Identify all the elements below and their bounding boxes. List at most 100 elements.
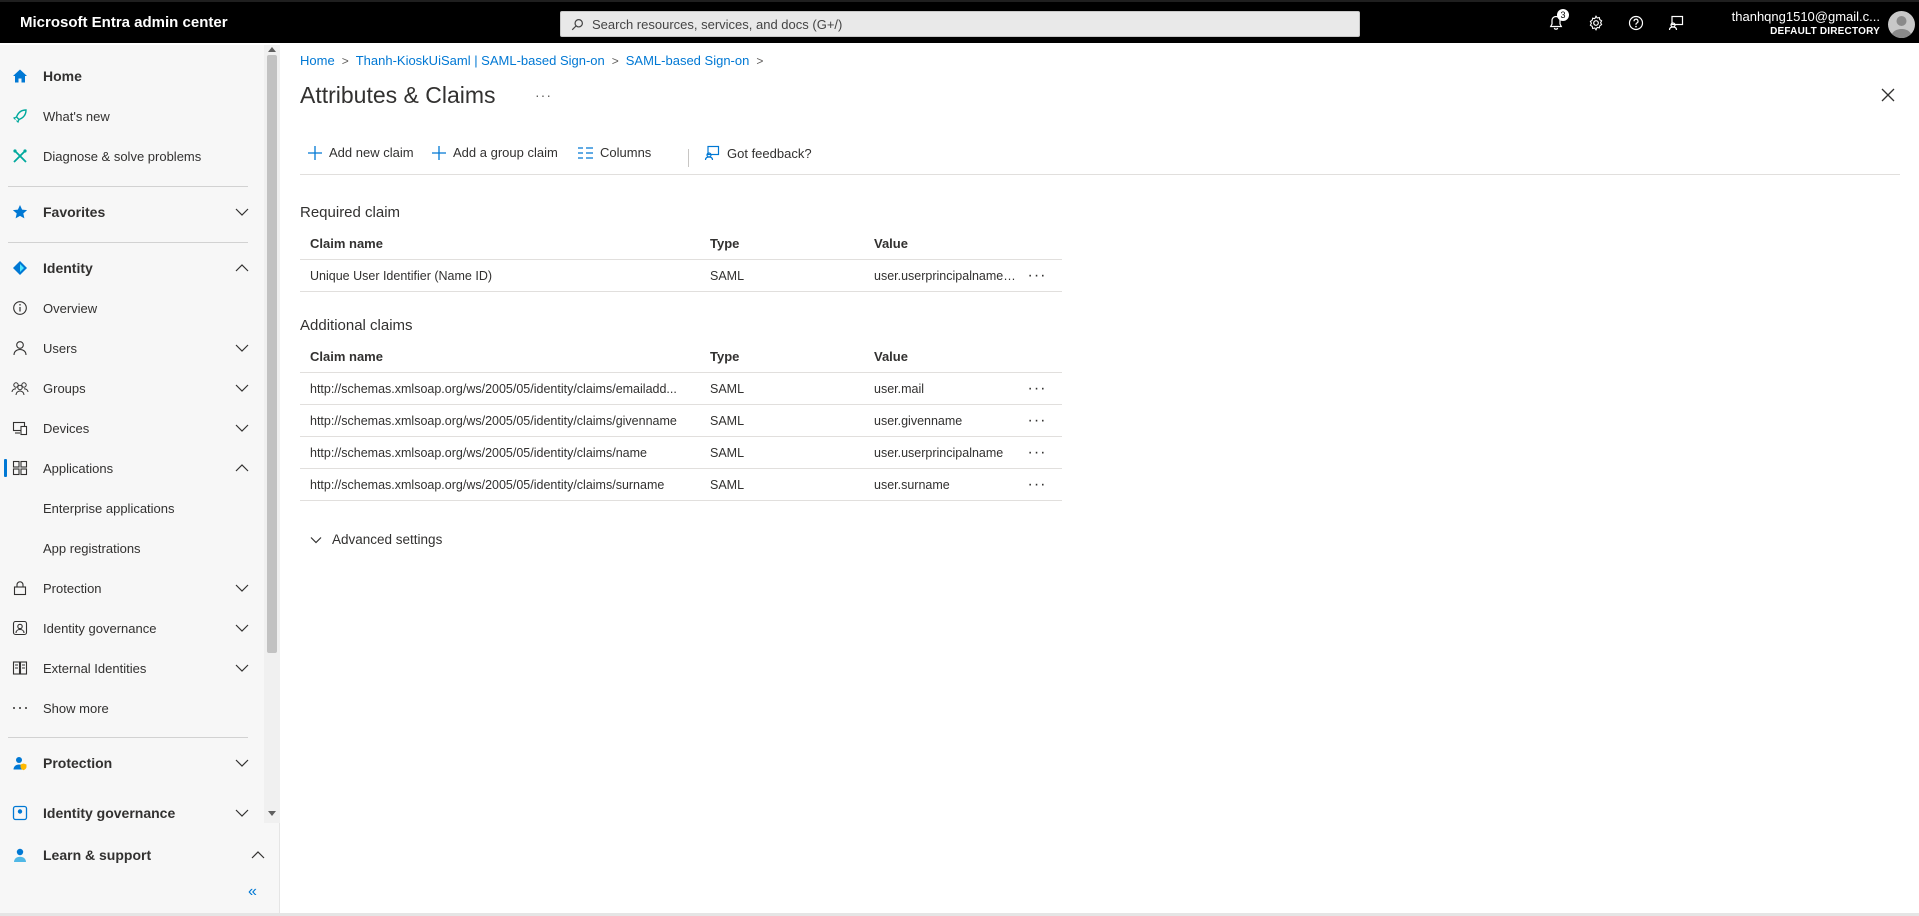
scrollbar-thumb[interactable] xyxy=(267,55,277,653)
chevron-up-icon[interactable] xyxy=(234,460,250,476)
chevron-down-icon[interactable] xyxy=(234,805,250,821)
lock-icon xyxy=(11,579,29,597)
chevron-down-icon[interactable] xyxy=(234,620,250,636)
sidebar-item-label: Identity governance xyxy=(43,805,176,821)
sidebar-item-label: Identity governance xyxy=(43,620,157,636)
header-value[interactable]: Value xyxy=(874,228,1019,260)
got-feedback-label: Got feedback? xyxy=(727,145,812,161)
scroll-up-arrow-icon[interactable] xyxy=(268,47,276,52)
row-more-options-button[interactable]: ··· xyxy=(1022,469,1052,501)
account-info[interactable]: thanhqng1510@gmail.c... DEFAULT DIRECTOR… xyxy=(1690,9,1880,37)
help-question-icon[interactable] xyxy=(1625,12,1647,34)
add-group-claim-button[interactable]: Add a group claim xyxy=(432,145,558,160)
sidebar-item-identity[interactable]: Identity xyxy=(0,250,264,286)
sidebar-scroll-area[interactable]: Home What's new Diagnose & solve problem… xyxy=(0,45,264,823)
sidebar-item-whats-new[interactable]: What's new xyxy=(0,98,264,134)
devices-icon xyxy=(11,419,29,437)
advanced-settings-toggle[interactable]: Advanced settings xyxy=(310,532,442,547)
top-icons: 3 xyxy=(1545,9,1687,34)
chevron-down-icon[interactable] xyxy=(234,420,250,436)
global-search-box[interactable] xyxy=(560,11,1360,37)
sidebar-item-label: Devices xyxy=(43,420,90,436)
sidebar-item-label: App registrations xyxy=(43,540,141,556)
chevron-down-icon[interactable] xyxy=(234,580,250,596)
header-type[interactable]: Type xyxy=(710,341,860,373)
collapse-sidebar-button[interactable]: « xyxy=(248,883,268,903)
header-claim-name[interactable]: Claim name xyxy=(310,341,702,373)
claim-name-cell: http://schemas.xmlsoap.org/ws/2005/05/id… xyxy=(310,414,677,428)
row-more-options-button[interactable]: ··· xyxy=(1022,437,1052,469)
row-more-options-button[interactable]: ··· xyxy=(1022,260,1052,292)
command-toolbar: Add new claim Add a group claim Columns … xyxy=(300,141,1900,175)
chevron-down-icon[interactable] xyxy=(234,204,250,220)
table-row[interactable]: http://schemas.xmlsoap.org/ws/2005/05/id… xyxy=(300,469,1062,501)
header-type[interactable]: Type xyxy=(710,228,860,260)
header-claim-name[interactable]: Claim name xyxy=(310,228,702,260)
sidebar-item-groups[interactable]: Groups xyxy=(0,370,264,406)
breadcrumb-saml-link[interactable]: SAML-based Sign-on xyxy=(626,53,750,68)
app-title[interactable]: Microsoft Entra admin center xyxy=(20,14,560,31)
active-indicator xyxy=(4,459,7,477)
claim-name-cell: http://schemas.xmlsoap.org/ws/2005/05/id… xyxy=(310,446,647,460)
sidebar-item-app-registrations[interactable]: App registrations xyxy=(0,530,264,566)
avatar[interactable] xyxy=(1888,11,1915,38)
columns-button[interactable]: Columns xyxy=(578,145,651,160)
sidebar-item-label: Favorites xyxy=(43,204,106,220)
search-input[interactable] xyxy=(592,16,1352,32)
sidebar-scrollbar[interactable] xyxy=(264,45,280,823)
sidebar-item-overview[interactable]: Overview xyxy=(0,290,264,326)
claim-name-cell: http://schemas.xmlsoap.org/ws/2005/05/id… xyxy=(310,382,677,396)
chevron-down-icon[interactable] xyxy=(234,755,250,771)
sidebar-item-label: Users xyxy=(43,340,77,356)
table-row[interactable]: http://schemas.xmlsoap.org/ws/2005/05/id… xyxy=(300,437,1062,469)
add-new-claim-button[interactable]: Add new claim xyxy=(308,145,414,160)
close-button[interactable] xyxy=(1878,85,1898,105)
got-feedback-button[interactable]: Got feedback? xyxy=(704,145,812,161)
scroll-down-arrow-icon[interactable] xyxy=(268,811,276,816)
row-more-options-button[interactable]: ··· xyxy=(1022,373,1052,405)
sidebar-item-identity-governance[interactable]: Identity governance xyxy=(0,795,264,823)
chevron-up-icon[interactable] xyxy=(250,847,266,863)
header-value[interactable]: Value xyxy=(874,341,1019,373)
notifications-bell-icon[interactable]: 3 xyxy=(1545,9,1569,34)
sidebar-item-protection[interactable]: Protection xyxy=(0,745,264,781)
breadcrumb-home-link[interactable]: Home xyxy=(300,53,335,68)
sidebar-item-home[interactable]: Home xyxy=(0,58,264,94)
sidebar-item-learn-support[interactable]: Learn & support xyxy=(0,837,280,873)
feedback-icon[interactable] xyxy=(1665,12,1687,34)
chevron-down-icon[interactable] xyxy=(234,380,250,396)
sidebar-item-devices[interactable]: Devices xyxy=(0,410,264,446)
table-row[interactable]: http://schemas.xmlsoap.org/ws/2005/05/id… xyxy=(300,373,1062,405)
table-row[interactable]: http://schemas.xmlsoap.org/ws/2005/05/id… xyxy=(300,405,1062,437)
row-more-options-button[interactable]: ··· xyxy=(1022,405,1052,437)
sidebar-item-diagnose[interactable]: Diagnose & solve problems xyxy=(0,138,264,174)
page-more-options-button[interactable]: ··· xyxy=(535,87,552,103)
breadcrumb-chevron-icon: > xyxy=(611,53,619,68)
sidebar-divider xyxy=(8,242,248,243)
sidebar-item-show-more[interactable]: Show more xyxy=(0,690,264,726)
table-header-row: Claim name Type Value xyxy=(300,341,1062,373)
chevron-down-icon[interactable] xyxy=(234,340,250,356)
identity-diamond-icon xyxy=(11,259,29,277)
sidebar-item-favorites[interactable]: Favorites xyxy=(0,194,264,230)
add-new-claim-label: Add new claim xyxy=(329,145,414,160)
sidebar-item-label: Show more xyxy=(43,700,109,716)
sidebar-item-enterprise-applications[interactable]: Enterprise applications xyxy=(0,490,264,526)
chevron-down-icon[interactable] xyxy=(234,660,250,676)
page-title: Attributes & Claims xyxy=(300,82,496,108)
breadcrumb-app-link[interactable]: Thanh-KioskUiSaml | SAML-based Sign-on xyxy=(356,53,605,68)
home-icon xyxy=(11,67,29,85)
table-row[interactable]: Unique User Identifier (Name ID) SAML us… xyxy=(300,260,1062,292)
sidebar-item-label: Protection xyxy=(43,755,113,771)
sidebar-item-label: Overview xyxy=(43,300,98,316)
sidebar-item-identity-governance-sub[interactable]: Identity governance xyxy=(0,610,264,646)
settings-gear-icon[interactable] xyxy=(1585,12,1607,34)
user-icon xyxy=(11,339,29,357)
claim-value-cell: user.givenname xyxy=(874,414,963,428)
sidebar-item-users[interactable]: Users xyxy=(0,330,264,366)
group-icon xyxy=(11,379,29,397)
sidebar-item-external-identities[interactable]: External Identities xyxy=(0,650,264,686)
sidebar-item-applications[interactable]: Applications xyxy=(0,450,264,486)
chevron-up-icon[interactable] xyxy=(234,260,250,276)
sidebar-item-protection-sub[interactable]: Protection xyxy=(0,570,264,606)
